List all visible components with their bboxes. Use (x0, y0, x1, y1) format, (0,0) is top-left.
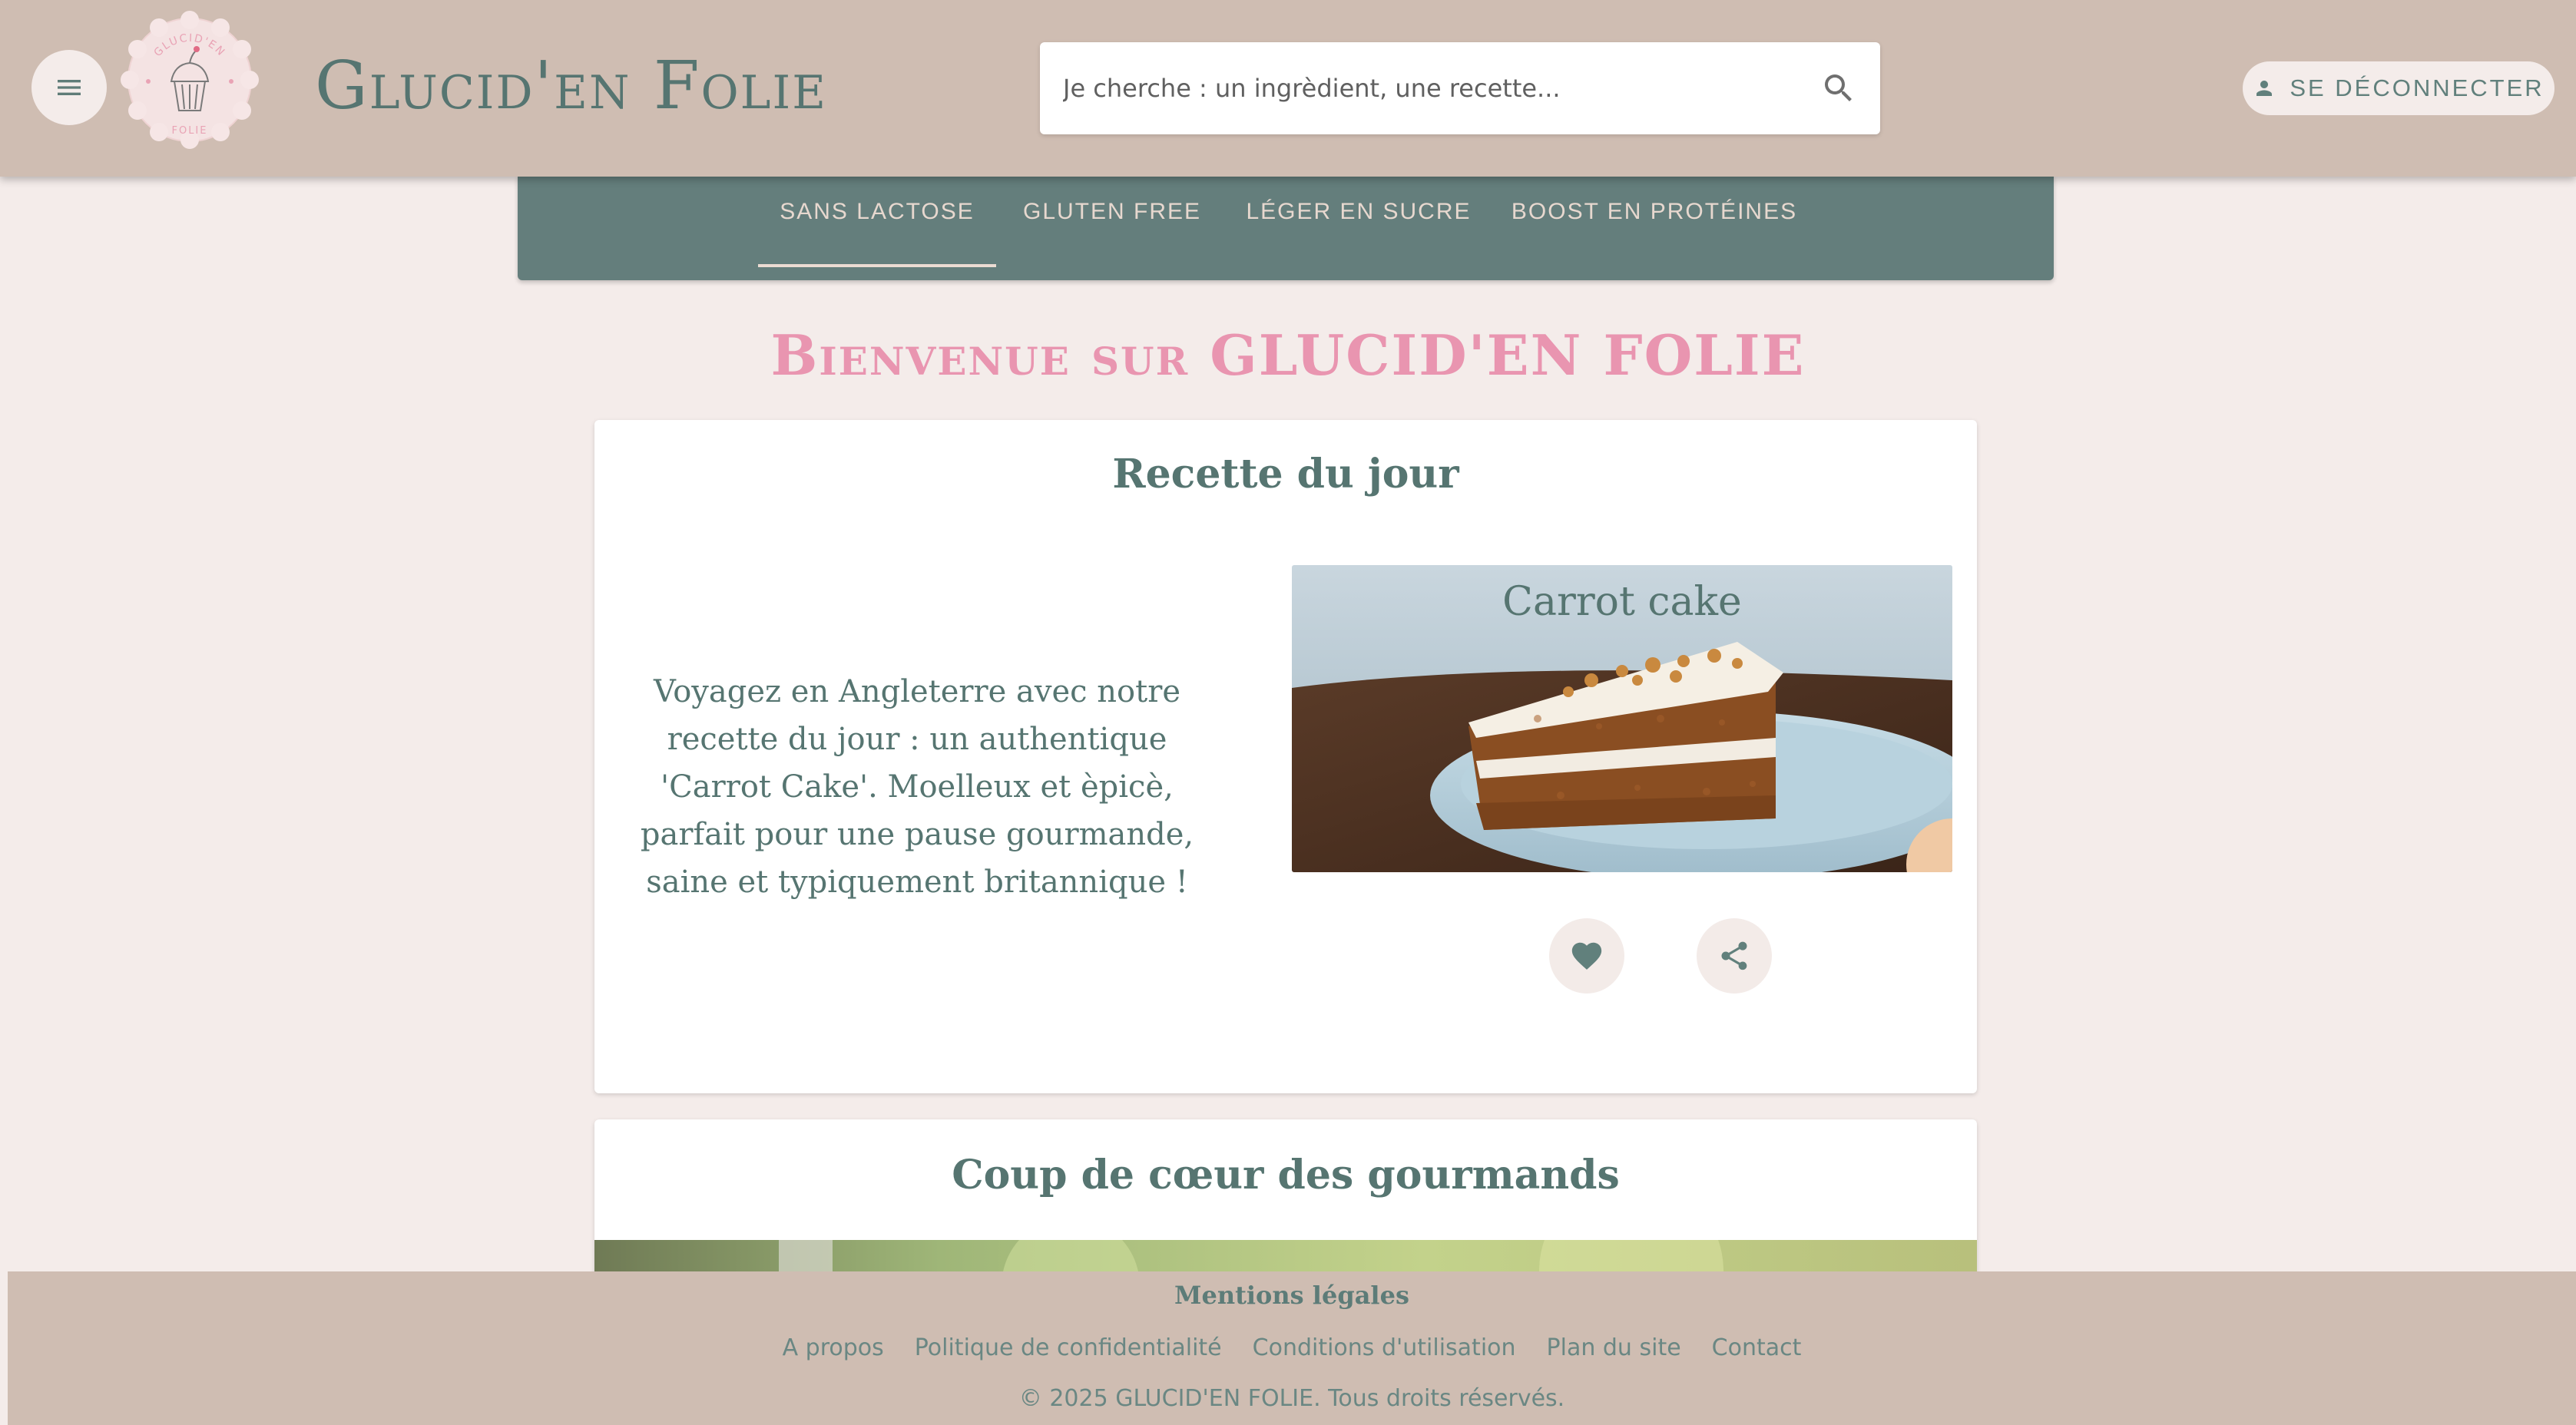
recipe-of-the-day-card: Recette du jour Voyagez en Angleterre av… (594, 420, 1977, 1093)
top-header: GLUCID'EN FOLIE Glucid'en Folie SE DÉCON… (0, 0, 2576, 177)
footer-link-privacy[interactable]: Politique de confidentialité (915, 1334, 1222, 1361)
logout-button[interactable]: SE DÉCONNECTER (2243, 61, 2554, 115)
site-title[interactable]: Glucid'en Folie (315, 48, 827, 124)
hamburger-icon (58, 80, 81, 95)
favorite-button[interactable] (1549, 918, 1624, 994)
person-icon (2256, 81, 2273, 96)
footer-link-about[interactable]: A propos (783, 1334, 884, 1361)
svg-text:FOLIE: FOLIE (171, 125, 207, 137)
recipe-of-the-day-title: Recette du jour (1112, 451, 1459, 498)
search-box (1040, 42, 1880, 134)
footer-link-terms[interactable]: Conditions d'utilisation (1253, 1334, 1516, 1361)
copyright-text: © 2025 GLUCID'EN FOLIE. Tous droits rése… (1018, 1385, 1565, 1412)
recipe-description: Voyagez en Angleterre avec notre recette… (640, 674, 1194, 900)
tab-gluten-free[interactable]: GLUTEN FREE (1021, 175, 1204, 249)
share-icon (1721, 941, 1747, 970)
site-logo[interactable]: GLUCID'EN FOLIE (121, 11, 259, 149)
tab-leger-en-sucre[interactable]: LÉGER EN SUCRE (1243, 175, 1474, 249)
cupcake-logo-icon: GLUCID'EN FOLIE (121, 11, 259, 149)
logout-label: SE DÉCONNECTER (2290, 74, 2545, 101)
share-button[interactable] (1697, 918, 1772, 994)
footer-link-sitemap[interactable]: Plan du site (1547, 1334, 1681, 1361)
welcome-heading: Bienvenue sur GLUCID'EN FOLIE (770, 322, 1806, 388)
recipe-name: Carrot cake (1502, 579, 1742, 625)
menu-button[interactable] (31, 50, 107, 125)
tab-boost-en-proteines[interactable]: BOOST EN PROTÉINES (1508, 175, 1800, 249)
footer-links: A propos Politique de confidentialité Co… (8, 1334, 2576, 1361)
footer-link-contact[interactable]: Contact (1712, 1334, 1802, 1361)
heart-icon (1571, 942, 1602, 970)
category-tabs: SANS LACTOSE GLUTEN FREE LÉGER EN SUCRE … (518, 175, 2054, 280)
tab-sans-lactose[interactable]: SANS LACTOSE (758, 175, 996, 267)
legal-mentions-title[interactable]: Mentions légales (8, 1281, 2576, 1310)
search-icon[interactable] (1820, 70, 1857, 107)
carrot-cake-image[interactable]: Carrot cake (1292, 565, 1952, 872)
search-input[interactable] (1063, 42, 1793, 134)
favorites-title: Coup de cœur des gourmands (952, 1152, 1620, 1199)
site-footer: Mentions légales A propos Politique de c… (8, 1271, 2576, 1425)
